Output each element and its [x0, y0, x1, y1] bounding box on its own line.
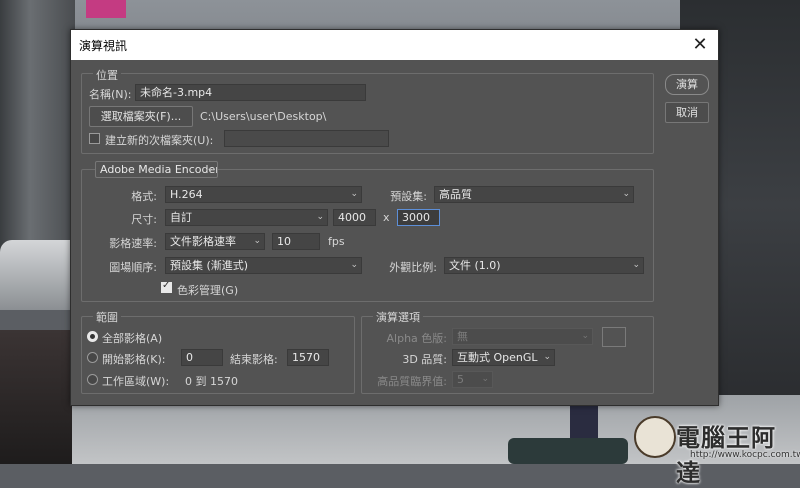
work-area-radio[interactable] [87, 374, 98, 385]
folder-path: C:\Users\user\Desktop\ [200, 110, 327, 123]
range-group-label: 範圍 [93, 309, 121, 325]
hq-threshold-label: 高品質臨界值: [377, 375, 447, 388]
chevron-down-icon: ⌄ [350, 260, 358, 270]
field-order-dropdown[interactable]: 預設集 (漸進式) ⌄ [165, 257, 362, 274]
mascot-icon [634, 416, 676, 458]
chevron-down-icon: ⌄ [632, 260, 640, 270]
dialog-title: 演算視訊 [79, 39, 128, 53]
frame-rate-mode-value: 文件影格速率 [170, 235, 236, 248]
format-label: 格式: [131, 190, 157, 203]
size-separator: x [383, 211, 390, 224]
background-bicycle [0, 330, 72, 464]
start-frame-input[interactable]: 0 [181, 349, 223, 366]
end-frame-input[interactable]: 1570 [287, 349, 329, 366]
create-subfolder-label: 建立新的次檔案夾(U): [105, 134, 214, 147]
color-management-label: 色彩管理(G) [177, 284, 239, 297]
chevron-down-icon: ⌄ [350, 189, 358, 199]
aspect-ratio-value: 文件 (1.0) [449, 259, 501, 272]
close-icon[interactable]: ✕ [688, 33, 712, 57]
work-area-label: 工作區域(W): [102, 375, 170, 388]
background-car [0, 240, 72, 310]
hq-threshold-dropdown[interactable]: 5 ⌄ [452, 371, 493, 388]
watermark-url: http://www.kocpc.com.tw [690, 450, 800, 460]
3d-quality-label: 3D 品質: [402, 353, 447, 366]
encoder-dropdown[interactable]: Adobe Media Encoder ⌄ [95, 161, 218, 178]
start-frame-label: 開始影格(K): [102, 353, 166, 366]
format-value: H.264 [170, 188, 203, 201]
size-label: 尺寸: [131, 213, 157, 226]
aspect-ratio-label: 外觀比例: [389, 261, 437, 274]
chevron-down-icon: ⌄ [581, 331, 589, 341]
select-folder-button[interactable]: 選取檔案夾(F)... [89, 106, 193, 127]
create-subfolder-checkbox[interactable] [89, 133, 100, 144]
render-video-dialog: 演算視訊 ✕ 演算 取消 位置 名稱(N): 未命名-3.mp4 選取檔案夾(F… [70, 29, 719, 406]
background-person [570, 402, 598, 438]
alpha-channel-value: 無 [457, 330, 468, 343]
location-group-label: 位置 [93, 67, 121, 83]
work-area-value: 0 到 1570 [185, 375, 238, 388]
chevron-down-icon: ⌄ [253, 236, 261, 246]
3d-quality-value: 互動式 OpenGL [457, 351, 538, 364]
height-input[interactable]: 3000 [397, 209, 440, 226]
name-label: 名稱(N): [89, 88, 132, 101]
subfolder-input[interactable] [224, 130, 389, 147]
cancel-button[interactable]: 取消 [665, 102, 709, 123]
alpha-channel-dropdown[interactable]: 無 ⌄ [452, 328, 593, 345]
end-frame-label: 結束影格: [230, 353, 278, 366]
name-input[interactable]: 未命名-3.mp4 [135, 84, 366, 101]
title-bar: 演算視訊 ✕ [71, 30, 718, 60]
color-management-checkbox[interactable] [161, 280, 172, 293]
frame-rate-dropdown[interactable]: 文件影格速率 ⌄ [165, 233, 265, 250]
chevron-down-icon: ⌄ [206, 164, 214, 174]
field-order-label: 圖場順序: [109, 261, 157, 274]
start-frame-radio[interactable] [87, 352, 98, 363]
watermark-logo: 電腦王阿達 http://www.kocpc.com.tw [630, 410, 800, 487]
chevron-down-icon: ⌄ [316, 212, 324, 222]
background-phone [508, 438, 628, 464]
all-frames-label: 全部影格(A) [102, 332, 163, 345]
preset-dropdown[interactable]: 高品質 ⌄ [434, 186, 634, 203]
render-button[interactable]: 演算 [665, 74, 709, 95]
background-sign [86, 0, 126, 18]
format-dropdown[interactable]: H.264 ⌄ [165, 186, 362, 203]
size-dropdown[interactable]: 自訂 ⌄ [165, 209, 328, 226]
chevron-down-icon: ⌄ [543, 352, 551, 362]
hq-threshold-value: 5 [457, 373, 464, 386]
render-options-group-label: 演算選項 [373, 309, 423, 325]
fps-unit: fps [328, 235, 345, 248]
encoder-value: Adobe Media Encoder [100, 163, 218, 176]
size-value: 自訂 [170, 211, 192, 224]
aspect-ratio-dropdown[interactable]: 文件 (1.0) ⌄ [444, 257, 644, 274]
chevron-down-icon: ⌄ [481, 374, 489, 384]
frame-rate-label: 影格速率: [109, 237, 157, 250]
preset-label: 預設集: [390, 190, 427, 203]
alpha-channel-label: Alpha 色版: [386, 332, 447, 345]
field-order-value: 預設集 (漸進式) [170, 259, 249, 272]
3d-quality-dropdown[interactable]: 互動式 OpenGL ⌄ [452, 349, 555, 366]
chevron-down-icon: ⌄ [622, 189, 630, 199]
alpha-color-swatch[interactable] [602, 327, 626, 347]
preset-value: 高品質 [439, 188, 472, 201]
width-input[interactable]: 4000 [333, 209, 376, 226]
frame-rate-input[interactable]: 10 [272, 233, 320, 250]
all-frames-radio[interactable] [87, 331, 98, 342]
